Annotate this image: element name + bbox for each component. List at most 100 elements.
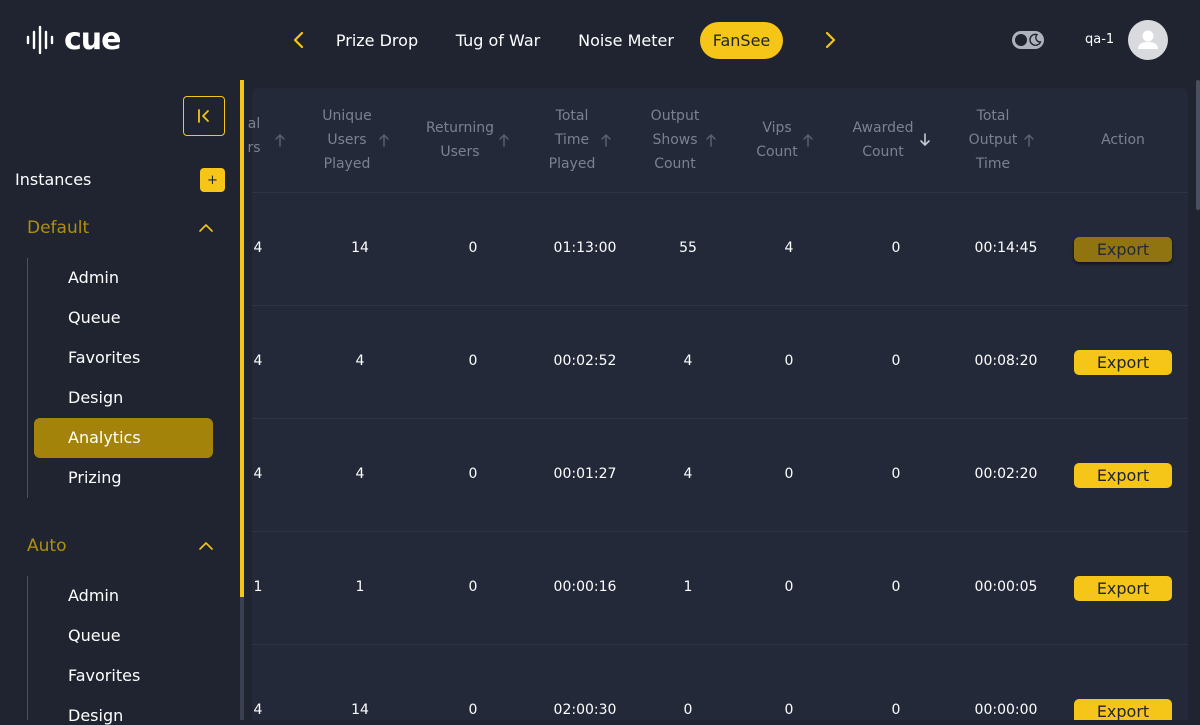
user-avatar[interactable] — [1128, 20, 1168, 60]
chevron-up-icon[interactable] — [198, 220, 214, 236]
instances-label: Instances — [15, 170, 92, 189]
cell-unique-users: 14 — [351, 240, 369, 256]
row-divider — [252, 192, 1188, 193]
sort-arrow-up-icon[interactable] — [1023, 133, 1035, 147]
column-header-vips-count[interactable]: Vips Count — [752, 116, 802, 164]
cell-returning-users: 0 — [468, 240, 478, 256]
cell-output-time: 00:00:05 — [974, 579, 1038, 595]
tab-noise-meter[interactable]: Noise Meter — [570, 22, 682, 59]
cell-returning-users: 0 — [468, 353, 478, 369]
sort-arrow-up-icon[interactable] — [498, 133, 510, 147]
sidebar-item-design[interactable]: Design — [68, 706, 123, 725]
header-line: Played — [323, 156, 371, 172]
user-avatar-icon — [1138, 30, 1158, 49]
sidebar-item-admin[interactable]: Admin — [68, 586, 119, 605]
top-bar: cue Prize Drop Tug of War Noise Meter Fa… — [0, 0, 1200, 80]
tab-prize-drop[interactable]: Prize Drop — [327, 22, 427, 59]
export-button[interactable]: Export — [1074, 699, 1172, 720]
cell-awarded: 0 — [891, 579, 901, 595]
cell-returning-users: 0 — [468, 702, 478, 718]
cell-vips: 4 — [784, 240, 794, 256]
cell-output-time: 00:08:20 — [974, 353, 1038, 369]
cell-total-users: 4 — [253, 353, 263, 369]
cell-vips: 0 — [784, 579, 794, 595]
cue-logo-icon — [26, 25, 54, 55]
cell-awarded: 0 — [891, 702, 901, 718]
cell-output-shows: 55 — [679, 240, 697, 256]
export-button[interactable]: Export — [1074, 350, 1172, 375]
column-header-returning-users[interactable]: Returning Users — [418, 116, 502, 164]
theme-toggle[interactable] — [1012, 31, 1044, 49]
row-divider — [252, 418, 1188, 419]
sidebar-item-favorites[interactable]: Favorites — [68, 666, 140, 685]
cell-time-played: 00:02:52 — [553, 353, 617, 369]
header-line: Count — [654, 156, 696, 172]
sidebar-item-favorites[interactable]: Favorites — [68, 348, 140, 367]
cell-total-users: 1 — [253, 579, 263, 595]
sidebar-item-label: Analytics — [68, 428, 141, 447]
row-divider — [252, 305, 1188, 306]
export-button[interactable]: Export — [1074, 463, 1172, 488]
cell-awarded: 0 — [891, 353, 901, 369]
username-label: qa-1 — [1085, 32, 1115, 47]
sort-arrow-up-icon[interactable] — [802, 133, 814, 147]
cell-returning-users: 0 — [468, 466, 478, 482]
cell-awarded: 0 — [891, 240, 901, 256]
sort-arrow-down-icon[interactable] — [919, 133, 931, 147]
analytics-panel: al rs Unique Users Played Returning User… — [244, 80, 1200, 720]
cell-output-shows: 4 — [683, 466, 693, 482]
next-game-button[interactable] — [818, 28, 842, 52]
column-header-unique-users[interactable]: Unique Users Played — [312, 104, 382, 176]
tab-tug-of-war[interactable]: Tug of War — [448, 22, 548, 59]
collapse-sidebar-button[interactable] — [183, 96, 225, 136]
cell-vips: 0 — [784, 466, 794, 482]
header-line: Time — [554, 132, 590, 148]
header-line: rs — [247, 140, 261, 156]
header-line: Users — [327, 132, 367, 148]
chevron-up-icon[interactable] — [198, 538, 214, 554]
sort-arrow-up-icon[interactable] — [705, 133, 717, 147]
chevron-right-icon — [825, 31, 836, 49]
cue-logo[interactable]: cue — [24, 23, 121, 57]
tab-fansee[interactable]: FanSee — [700, 22, 783, 59]
prev-game-button[interactable] — [287, 28, 311, 52]
logo-text: cue — [64, 22, 121, 57]
sort-arrow-up-icon[interactable] — [378, 133, 390, 147]
cell-returning-users: 0 — [468, 579, 478, 595]
sort-arrow-up-icon[interactable] — [274, 133, 286, 147]
export-button[interactable]: Export — [1074, 576, 1172, 601]
sort-arrow-up-icon[interactable] — [600, 133, 612, 147]
sidebar-item-analytics[interactable]: Analytics — [34, 418, 213, 458]
chevron-left-icon — [293, 31, 304, 49]
column-header-output-shows-count[interactable]: Output Shows Count — [642, 104, 708, 176]
add-instance-button[interactable]: + — [200, 168, 225, 192]
cell-output-time: 00:00:00 — [974, 702, 1038, 718]
header-line: Count — [862, 144, 904, 160]
header-line: Played — [548, 156, 596, 172]
sidebar-item-queue[interactable]: Queue — [68, 308, 121, 327]
cell-unique-users: 4 — [355, 353, 365, 369]
group-default-title[interactable]: Default — [27, 218, 89, 238]
sidebar-item-queue[interactable]: Queue — [68, 626, 121, 645]
toggle-knob — [1015, 34, 1027, 46]
moon-icon — [1029, 33, 1042, 46]
row-divider — [252, 531, 1188, 532]
header-line: Unique — [322, 108, 372, 124]
header-line: Returning — [425, 120, 495, 136]
sidebar-item-admin[interactable]: Admin — [68, 268, 119, 287]
group-auto-line — [27, 576, 28, 720]
cell-unique-users: 4 — [355, 466, 365, 482]
sidebar-item-prizing[interactable]: Prizing — [68, 468, 122, 487]
group-auto-title[interactable]: Auto — [27, 536, 66, 556]
analytics-table: al rs Unique Users Played Returning User… — [247, 88, 1188, 720]
cell-vips: 0 — [784, 702, 794, 718]
column-header-total-time-played[interactable]: Total Time Played — [538, 104, 606, 176]
column-header-total-users[interactable]: al rs — [244, 112, 264, 160]
export-button[interactable]: Export — [1074, 237, 1172, 262]
column-header-awarded-count[interactable]: Awarded Count — [844, 116, 922, 164]
main-scrollbar[interactable] — [1196, 80, 1200, 210]
sidebar-item-design[interactable]: Design — [68, 388, 123, 407]
cell-output-shows: 0 — [683, 702, 693, 718]
column-header-total-output-time[interactable]: Total Output Time — [962, 104, 1024, 176]
group-default-line — [27, 258, 28, 498]
